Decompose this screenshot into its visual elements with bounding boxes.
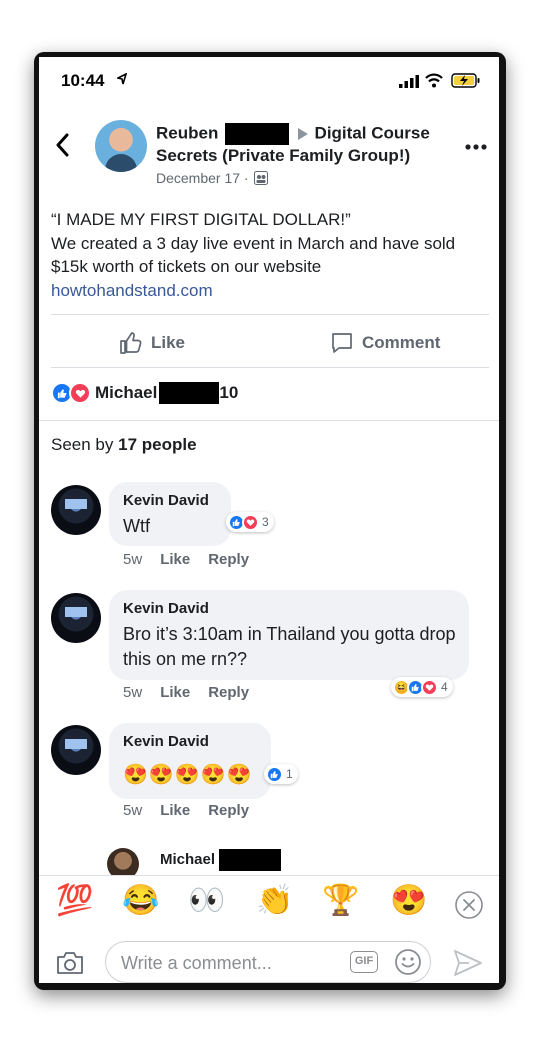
comment-bubble: Kevin David Bro it’s 3:10am in Thailand … [109, 590, 469, 680]
gif-button[interactable]: GIF [350, 951, 378, 973]
seen-prefix: Seen by [51, 435, 119, 454]
reactor-name: Michael [95, 383, 158, 402]
like-button[interactable]: Like [119, 331, 185, 355]
redaction-bar [219, 849, 282, 871]
comment-reactions[interactable]: 😆 4 [391, 677, 453, 697]
thumbs-up-icon [120, 332, 142, 354]
status-time: 10:44 [61, 71, 105, 90]
emoji-100[interactable]: 💯 [53, 883, 97, 918]
close-emoji-bar-icon[interactable] [454, 890, 484, 920]
emoji-heart-eyes[interactable]: 😍 [387, 883, 431, 918]
comment-author[interactable]: Kevin David [123, 492, 209, 509]
comment-reactions[interactable]: 1 [264, 764, 298, 784]
comment-meta: 5w Like Reply [123, 684, 249, 701]
reply-author[interactable]: Michael [160, 851, 215, 868]
seen-count: 17 people [118, 435, 197, 454]
commenter-avatar[interactable] [51, 485, 101, 535]
love-reaction-icon [421, 678, 438, 696]
reactions-summary[interactable]: Michael 10 [51, 382, 238, 404]
comment-bubble: Kevin David Wtf [109, 482, 231, 546]
comment-time: 5w [123, 551, 143, 568]
wifi-icon [425, 73, 443, 88]
group-name-continued[interactable]: Secrets (Private Family Group!) [156, 146, 410, 166]
divider [39, 420, 499, 421]
back-chevron-icon[interactable] [55, 133, 69, 157]
more-options-icon[interactable] [465, 144, 487, 150]
like-label: Like [151, 333, 186, 352]
comment-label: Comment [362, 333, 441, 352]
reply-author-row: Michael [160, 849, 282, 871]
divider [51, 314, 489, 315]
emoji-trophy[interactable]: 🏆 [319, 883, 363, 918]
post-link[interactable]: howtohandstand.com [51, 279, 491, 303]
comment-like-button[interactable]: Like [160, 802, 190, 819]
comment-meta: 5w Like Reply [123, 551, 249, 568]
screen: 10:44 Reuben Digital Course Secrets (Pri… [39, 57, 499, 983]
redaction-bar [225, 123, 290, 145]
comment-author[interactable]: Kevin David [123, 733, 209, 750]
like-reaction-icon [266, 765, 283, 783]
commenter-avatar[interactable] [51, 725, 101, 775]
post-text: We created a 3 day live event in March a… [51, 233, 456, 277]
emoji-clap[interactable]: 👏 [253, 883, 297, 918]
comment-like-button[interactable]: Like [160, 684, 190, 701]
cellular-signal-icon [399, 75, 419, 88]
commenter-avatar[interactable] [51, 593, 101, 643]
comment-bubble: Kevin David 😍😍😍😍😍 [109, 723, 271, 799]
send-icon[interactable] [453, 949, 483, 977]
group-name[interactable]: Digital Course [315, 123, 430, 142]
post-date-text: December 17 · [156, 170, 249, 186]
comment-emoji-text: 😍😍😍😍😍 [123, 764, 253, 786]
reactions-count: 10 [219, 383, 239, 402]
reaction-count: 3 [262, 515, 269, 529]
post-header-line1: Reuben Digital Course [156, 123, 430, 145]
emoji-joy[interactable]: 😂 [119, 883, 163, 918]
camera-icon[interactable] [55, 950, 85, 976]
comment-reactions[interactable]: 3 [226, 512, 274, 532]
reaction-count: 4 [441, 680, 448, 694]
author-avatar[interactable] [95, 120, 147, 172]
smiley-sticker-icon[interactable] [394, 948, 422, 976]
comment-reply-button[interactable]: Reply [208, 551, 249, 568]
location-arrow-icon [117, 73, 127, 85]
seen-by[interactable]: Seen by 17 people [51, 435, 197, 455]
comment-time: 5w [123, 802, 143, 819]
comment-text: Wtf [123, 516, 150, 536]
divider [51, 367, 489, 368]
comment-author[interactable]: Kevin David [123, 600, 209, 617]
group-audience-icon [254, 171, 269, 185]
love-reaction-icon [69, 382, 91, 404]
comment-bubble-icon [332, 333, 352, 353]
battery-charging-icon [451, 73, 480, 88]
author-name[interactable]: Reuben [156, 123, 218, 142]
reaction-count: 1 [286, 767, 293, 781]
comment-reply-button[interactable]: Reply [208, 684, 249, 701]
emoji-eyes[interactable]: 👀 [185, 883, 229, 918]
post-headline: “I MADE MY FIRST DIGITAL DOLLAR!” [51, 210, 351, 229]
comment-like-button[interactable]: Like [160, 551, 190, 568]
arrow-right-icon [297, 128, 308, 140]
comment-text: Bro it’s 3:10am in Thailand you gotta dr… [123, 624, 456, 669]
post-date: December 17 · [156, 170, 269, 186]
love-reaction-icon [242, 513, 259, 531]
comment-placeholder: Write a comment... [121, 953, 272, 973]
comment-reply-button[interactable]: Reply [208, 802, 249, 819]
comment-meta: 5w Like Reply [123, 802, 249, 819]
redaction-bar [159, 382, 220, 404]
comment-button[interactable]: Comment [330, 331, 440, 355]
comment-time: 5w [123, 684, 143, 701]
post-body: “I MADE MY FIRST DIGITAL DOLLAR!” We cre… [51, 208, 491, 302]
